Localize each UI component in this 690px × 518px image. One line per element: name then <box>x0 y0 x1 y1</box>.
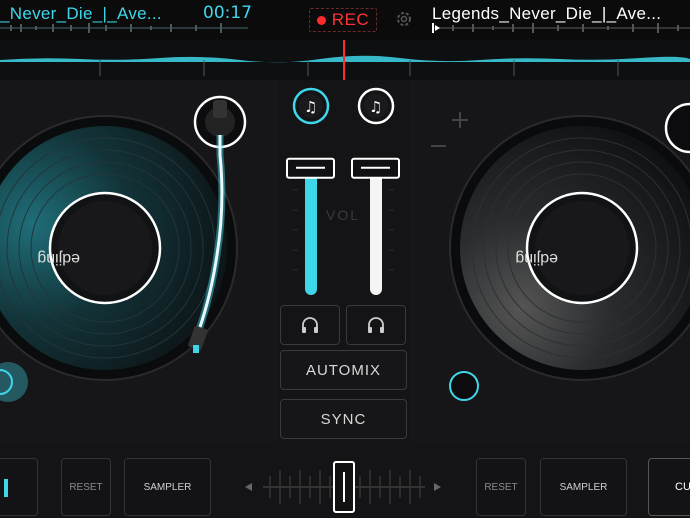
arrow-right-icon[interactable] <box>434 483 441 491</box>
sync-button[interactable]: SYNC <box>280 399 407 439</box>
right-turntable[interactable]: edjing <box>410 80 690 442</box>
left-sampler-label: SAMPLER <box>143 481 192 493</box>
left-volume-fill <box>305 171 317 295</box>
volume-label: VOL <box>326 207 361 223</box>
headphones-icon <box>368 317 384 333</box>
left-tone-arm[interactable] <box>185 95 255 365</box>
arrow-left-icon[interactable] <box>245 483 252 491</box>
record-button[interactable]: REC <box>309 8 377 32</box>
left-minimap[interactable] <box>0 22 248 34</box>
record-dot-icon <box>316 15 326 25</box>
gear-icon[interactable] <box>394 9 414 29</box>
crossfader-knob[interactable] <box>333 461 355 513</box>
left-track-time: 00:17 <box>203 3 252 23</box>
right-music-note-icon[interactable]: ♫ <box>357 87 395 125</box>
left-volume-fader[interactable] <box>286 157 335 179</box>
svg-text:♫: ♫ <box>304 98 317 116</box>
left-cue-button[interactable] <box>0 458 38 516</box>
crossfader[interactable] <box>235 458 451 516</box>
cue-indicator <box>4 479 8 497</box>
right-volume-fader[interactable] <box>351 157 400 179</box>
left-record-label: edjing <box>37 250 80 267</box>
right-sampler-label: SAMPLER <box>559 481 608 493</box>
left-track-title[interactable]: _Never_Die_|_Ave... <box>0 4 162 24</box>
right-reset-button[interactable]: RESET <box>476 458 526 516</box>
right-record-label: edjing <box>515 250 558 267</box>
left-reset-button[interactable]: RESET <box>61 458 111 516</box>
right-cue-button[interactable]: CU <box>648 458 690 516</box>
volume-faders: ♫ ♫ <box>278 80 410 300</box>
left-headphones-button[interactable] <box>280 305 340 345</box>
automix-button[interactable]: AUTOMIX <box>280 350 407 390</box>
main-waveform[interactable] <box>0 40 690 80</box>
right-sampler-button[interactable]: SAMPLER <box>540 458 627 516</box>
left-music-note-icon[interactable]: ♫ <box>292 87 330 125</box>
left-sampler-button[interactable]: SAMPLER <box>124 458 211 516</box>
right-minimap[interactable] <box>432 22 690 34</box>
headphones-icon <box>302 317 318 333</box>
sync-label: SYNC <box>320 410 367 428</box>
right-headphones-button[interactable] <box>346 305 406 345</box>
top-bar: _Never_Die_|_Ave... 00:17 REC Legends_Ne… <box>0 0 690 40</box>
right-volume-fill <box>370 171 382 295</box>
record-label: REC <box>331 10 370 29</box>
right-cue-label: CU <box>675 481 690 493</box>
svg-text:♫: ♫ <box>369 98 382 116</box>
right-track-title[interactable]: Legends_Never_Die_|_Ave... <box>432 4 661 24</box>
